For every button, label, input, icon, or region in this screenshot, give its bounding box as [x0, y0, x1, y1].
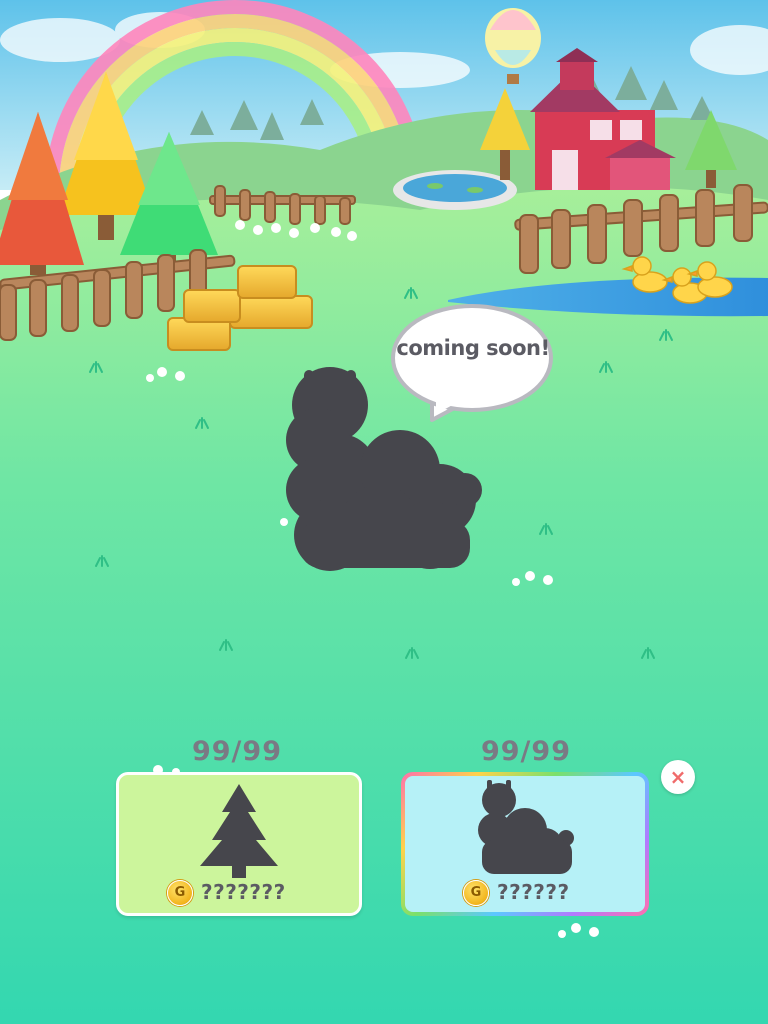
- speech-bubble-text: coming soon!: [396, 336, 550, 360]
- gold-coin-icon: G: [167, 880, 193, 906]
- tree-price: ???????: [201, 880, 286, 904]
- small-pond: [393, 170, 517, 210]
- alpaca-count: 99/99: [480, 736, 571, 767]
- close-button[interactable]: ×: [661, 760, 695, 794]
- tree-count: 99/99: [191, 736, 282, 767]
- alpaca-price: ??????: [497, 880, 570, 904]
- gold-coin-icon: G: [463, 880, 489, 906]
